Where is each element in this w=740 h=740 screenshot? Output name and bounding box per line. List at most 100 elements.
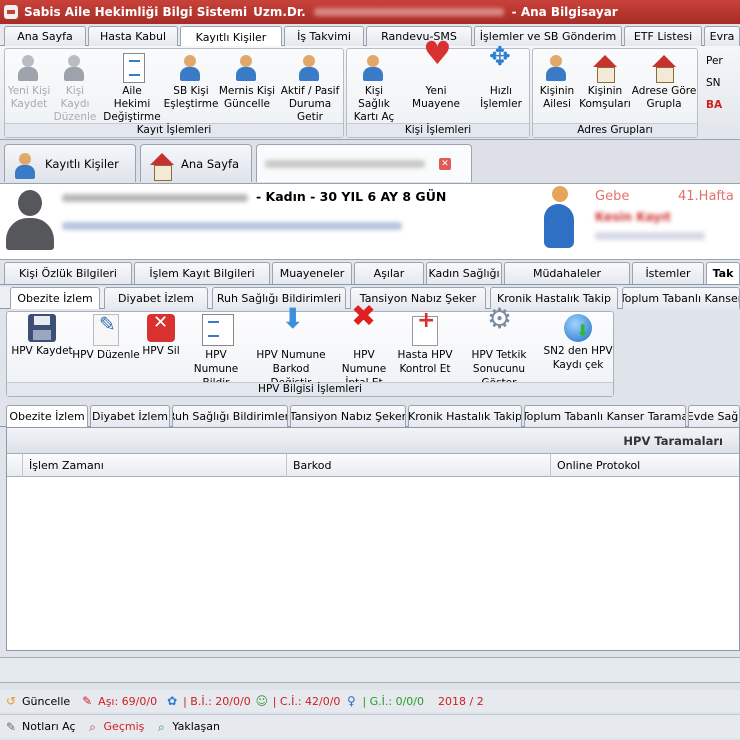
subtab-kanser[interactable]: Toplum Tabanlı Kanser xyxy=(622,287,740,309)
quick-arrows-icon xyxy=(486,51,516,83)
lower-tab-ruh-sagligi[interactable]: Ruh Sağlığı Bildirimleri xyxy=(172,405,288,427)
app-window: Sabis Aile Hekimliği Bilgi Sistemi Uzm.D… xyxy=(0,0,740,740)
vaccine-count[interactable]: Aşı: 69/0/0 xyxy=(98,695,157,708)
refresh-icon: ↺ xyxy=(5,694,17,708)
notes-pencil-icon: ✎ xyxy=(5,719,17,734)
neighbors-button[interactable]: Kişinin Komşuları xyxy=(579,53,631,111)
hpv-check-label: Hasta HPV Kontrol Et xyxy=(397,349,453,375)
sn-button[interactable]: SN xyxy=(700,72,740,94)
patient-section-tabs: Kişi Özlük Bilgileri İşlem Kayıt Bilgile… xyxy=(0,262,740,285)
sb-match-button[interactable]: SB Kişi Eşleştirme xyxy=(163,53,219,111)
hpv-sample-cancel-button[interactable]: HPV Numune İptal Et xyxy=(331,310,397,390)
medical-plus-icon xyxy=(409,314,441,346)
tab-ana-sayfa[interactable]: Ana Sayfa xyxy=(4,26,86,46)
home-icon xyxy=(147,151,174,181)
mernis-update-button[interactable]: Mernis Kişi Güncelle xyxy=(217,53,277,111)
tab-muayeneler[interactable]: Muayeneler xyxy=(272,262,352,284)
lower-tab-kanser[interactable]: Toplum Tabanlı Kanser Tarama xyxy=(524,405,686,427)
group-title-adres: Adres Grupları xyxy=(533,123,697,137)
doc-tab-patient[interactable]: ✕ xyxy=(256,144,472,182)
tab-kadin-sagligi[interactable]: Kadın Sağlığı xyxy=(426,262,502,284)
house-icon xyxy=(590,53,620,83)
hpv-edit-label: HPV Düzenle xyxy=(72,349,140,361)
active-passive-button[interactable]: Aktif / Pasif Duruma Getir xyxy=(277,53,343,124)
tab-mudahaleler[interactable]: Müdahaleler xyxy=(504,262,630,284)
notes-bar: ✎ Notları Aç ⌕ Geçmiş ⌕ Yaklaşan xyxy=(0,714,740,738)
tab-istemler[interactable]: İstemler xyxy=(632,262,704,284)
gi-count[interactable]: | G.İ.: 0/0/0 xyxy=(362,695,424,708)
new-exam-label: Yeni Muayene xyxy=(412,85,460,110)
hpv-edit-button[interactable]: HPV Düzenle xyxy=(72,314,140,362)
cancel-x-icon xyxy=(348,310,380,346)
tab-randevu-sms[interactable]: Randevu-SMS xyxy=(366,26,472,46)
upcoming-search-icon: ⌕ xyxy=(158,719,165,734)
hpv-barcode-change-button[interactable]: HPV Numune Barkod Değiştir xyxy=(251,312,331,390)
pregnant-small-icon: ♀ xyxy=(347,694,356,708)
tab-asilar[interactable]: Aşılar xyxy=(354,262,424,284)
lower-tab-evde-saglik[interactable]: Evde Sağl xyxy=(688,405,740,427)
grid-column-headers: İşlem Zamanı Barkod Online Protokol xyxy=(7,454,739,477)
lower-tab-tansiyon[interactable]: Tansiyon Nabız Şeker xyxy=(290,405,406,427)
add-person-icon xyxy=(14,53,44,83)
ci-count[interactable]: | C.İ.: 42/0/0 xyxy=(273,695,341,708)
refresh-button[interactable]: Güncelle xyxy=(22,695,70,708)
change-doctor-button[interactable]: Aile Hekimi Değiştirme xyxy=(103,53,161,124)
doc-tab-ana-sayfa[interactable]: Ana Sayfa xyxy=(140,144,252,182)
lower-tab-diyabet[interactable]: Diyabet İzlem xyxy=(90,405,170,427)
tab-kayitli-kisiler[interactable]: Kayıtlı Kişiler xyxy=(180,26,282,47)
ribbon-overflow-group: Per SN BA xyxy=(700,50,740,116)
patient-name-redacted xyxy=(62,194,248,202)
upcoming-button[interactable]: Yaklaşan xyxy=(172,720,220,733)
history-button[interactable]: Geçmiş xyxy=(104,720,145,733)
group-title-kayit: Kayıt İşlemleri xyxy=(5,123,343,137)
document-tabs: Kayıtlı Kişiler Ana Sayfa ✕ xyxy=(0,140,740,184)
puzzle-icon: ✿ xyxy=(167,694,178,708)
tab-hasta-kabul[interactable]: Hasta Kabul xyxy=(88,26,178,46)
doc-tab-kayitli-kisiler-label: Kayıtlı Kişiler xyxy=(45,156,119,171)
subtab-obezite[interactable]: Obezite İzlem xyxy=(10,287,100,309)
tab-is-takvimi[interactable]: İş Takvimi xyxy=(284,26,364,46)
column-header-barkod[interactable]: Barkod xyxy=(287,454,551,477)
lab-tool-icon xyxy=(483,312,515,346)
ba-button[interactable]: BA xyxy=(700,94,740,116)
sb-match-label: SB Kişi Eşleştirme xyxy=(163,85,219,110)
active-passive-label: Aktif / Pasif Duruma Getir xyxy=(280,85,340,123)
hpv-result-show-button[interactable]: HPV Tetkik Sonucunu Göster xyxy=(457,312,541,390)
group-by-address-button[interactable]: Adrese Göre Grupla xyxy=(631,53,697,111)
hpv-check-button[interactable]: Hasta HPV Kontrol Et xyxy=(397,314,453,376)
new-exam-button[interactable]: Yeni Muayene xyxy=(401,47,471,111)
doc-tab-kayitli-kisiler[interactable]: Kayıtlı Kişiler xyxy=(4,144,136,182)
hpv-save-button[interactable]: HPV Kaydet xyxy=(11,314,73,358)
edit-icon xyxy=(93,314,119,346)
doc-tab-ana-sayfa-label: Ana Sayfa xyxy=(181,156,240,171)
tab-ozluk[interactable]: Kişi Özlük Bilgileri xyxy=(4,262,132,284)
hpv-sn2-import-button[interactable]: SN2 den HPV Kaydı çek xyxy=(543,314,613,372)
lower-tab-obezite[interactable]: Obezite İzlem xyxy=(6,405,88,427)
hpv-sn2-import-label: SN2 den HPV Kaydı çek xyxy=(543,345,613,371)
patient-tab-name-redacted xyxy=(265,159,425,168)
user-name-redacted xyxy=(313,8,504,16)
close-icon[interactable]: ✕ xyxy=(439,157,451,170)
computer-name: - Ana Bilgisayar xyxy=(511,5,618,19)
tab-evrak[interactable]: Evra xyxy=(704,26,740,46)
open-notes-button[interactable]: Notları Aç xyxy=(22,720,76,733)
edit-person-button[interactable]: Kişi Kaydı Düzenle xyxy=(51,53,99,124)
ribbon-toolbar: Yeni Kişi Kaydet Kişi Kaydı Düzenle Aile… xyxy=(0,46,740,140)
health-card-button[interactable]: Kişi Sağlık Kartı Aç xyxy=(349,53,399,124)
tab-islem-kayit[interactable]: İşlem Kayıt Bilgileri xyxy=(134,262,270,284)
quick-actions-button[interactable]: Hızlı İşlemler xyxy=(473,51,529,111)
tab-etf-listesi[interactable]: ETF Listesi xyxy=(624,26,702,46)
hpv-delete-button[interactable]: HPV Sil xyxy=(141,314,181,358)
column-header-online-protokol[interactable]: Online Protokol xyxy=(551,454,740,477)
bi-count[interactable]: | B.İ.: 20/0/0 xyxy=(183,695,251,708)
lower-tab-kronik[interactable]: Kronik Hastalık Takip xyxy=(408,405,522,427)
tab-takip[interactable]: Tak xyxy=(706,262,740,284)
hpv-grid: HPV Taramaları İşlem Zamanı Barkod Onlin… xyxy=(6,427,740,651)
new-person-button[interactable]: Yeni Kişi Kaydet xyxy=(7,53,51,111)
column-header-islem-zamani[interactable]: İşlem Zamanı xyxy=(23,454,287,477)
per-button[interactable]: Per xyxy=(700,50,740,72)
subtab-ruh-sagligi[interactable]: Ruh Sağlığı Bildirimleri xyxy=(212,287,346,309)
hpv-sample-notify-button[interactable]: HPV Numune Bildir xyxy=(183,314,249,390)
subtab-diyabet[interactable]: Diyabet İzlem xyxy=(104,287,208,309)
family-button[interactable]: Kişinin Ailesi xyxy=(535,53,579,111)
